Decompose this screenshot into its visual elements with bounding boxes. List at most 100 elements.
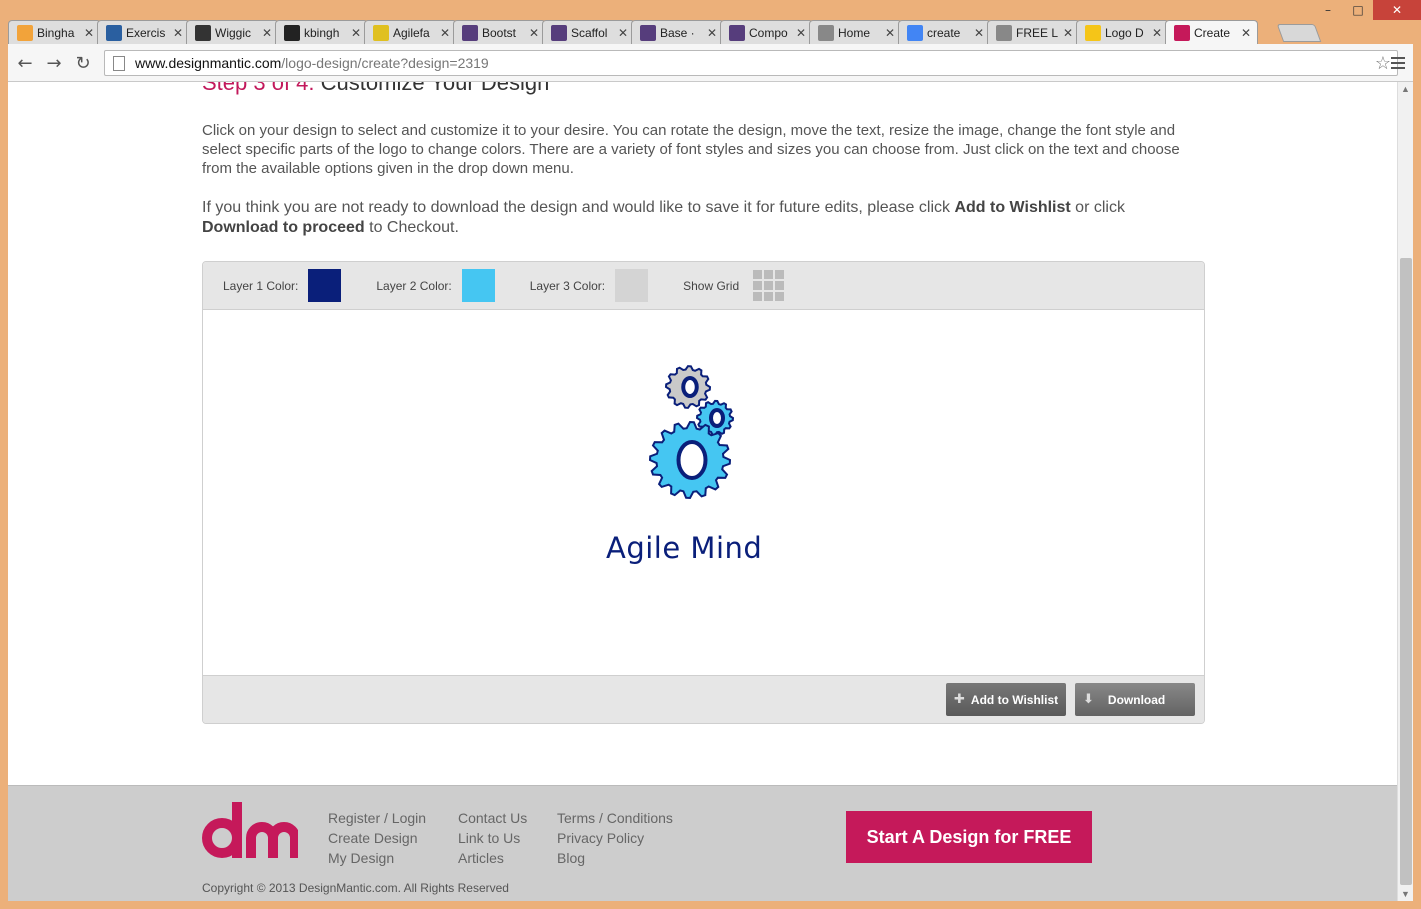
scroll-up-icon[interactable]: ▲: [1401, 84, 1410, 94]
tab-2[interactable]: Wiggic ✕: [186, 20, 279, 44]
tab-title: Scaffol: [571, 25, 608, 40]
tab-9[interactable]: Home ✕: [809, 20, 902, 44]
oz-icon: [106, 24, 122, 41]
logo-text[interactable]: Agile Mind: [606, 531, 762, 565]
url-path: /logo-design/create?design=2319: [281, 55, 489, 71]
tab-title: kbingh: [304, 25, 340, 40]
design-canvas[interactable]: Agile Mind: [203, 310, 1204, 675]
footer-link[interactable]: Create Design: [328, 828, 426, 848]
address-bar[interactable]: www.designmantic.com/logo-design/create?…: [104, 50, 1398, 76]
close-tab-icon[interactable]: ✕: [1063, 26, 1073, 40]
window-controls: – □ ✕: [1313, 0, 1421, 20]
forward-button[interactable]: →: [43, 52, 65, 74]
close-tab-icon[interactable]: ✕: [796, 26, 806, 40]
gears-logo-icon[interactable]: [643, 360, 763, 510]
layer2-color-swatch[interactable]: [461, 269, 495, 302]
bootstrap-icon: [729, 24, 745, 41]
grid-icon[interactable]: [753, 270, 785, 301]
tab-strip: Bingha ✕ Exercis ✕ Wiggic ✕ kbingh ✕ Agilefa ✕ Boo…: [8, 20, 1322, 44]
close-tab-icon[interactable]: ✕: [262, 26, 272, 40]
tab-title: Base ·: [660, 25, 695, 40]
scrollbar-thumb[interactable]: [1400, 258, 1412, 885]
page-icon: [996, 24, 1012, 41]
download-button[interactable]: ⬇ Download: [1075, 683, 1195, 716]
designmantic-logo[interactable]: [202, 802, 298, 860]
browser-window: – □ ✕ Bingha ✕ Exercis ✕ Wiggic ✕ kbingh ✕ Agile…: [0, 0, 1421, 909]
tab-5[interactable]: Bootst ✕: [453, 20, 546, 44]
instructions-paragraph: Click on your design to select and custo…: [202, 122, 1180, 177]
layer1-color-swatch[interactable]: [308, 269, 342, 302]
show-grid-control[interactable]: Show Grid: [683, 270, 785, 301]
close-tab-icon[interactable]: ✕: [440, 26, 450, 40]
maximize-button[interactable]: □: [1343, 0, 1373, 20]
agilefant-icon: [373, 24, 389, 41]
tab-11[interactable]: FREE L ✕: [987, 20, 1080, 44]
bootstrap-icon: [462, 24, 478, 41]
tab-7[interactable]: Base · ✕: [631, 20, 724, 44]
wishlist-paragraph: If you think you are not ready to downlo…: [202, 199, 1125, 236]
back-button[interactable]: ←: [14, 52, 36, 74]
close-tab-icon[interactable]: ✕: [885, 26, 895, 40]
new-tab-button[interactable]: [1276, 24, 1322, 42]
tab-6[interactable]: Scaffol ✕: [542, 20, 635, 44]
footer-link[interactable]: My Design: [328, 848, 426, 868]
plus-icon: ✚: [954, 692, 965, 707]
close-tab-icon[interactable]: ✕: [351, 26, 361, 40]
footer-link[interactable]: Link to Us: [458, 828, 527, 848]
footer-links-col3: Terms / Conditions Privacy Policy Blog: [557, 808, 673, 868]
bootstrap-icon: [640, 24, 656, 41]
footer-link[interactable]: Blog: [557, 848, 673, 868]
layer2-control: Layer 2 Color:: [376, 269, 495, 302]
show-grid-label: Show Grid: [683, 278, 740, 293]
tab-title: Compo: [749, 25, 788, 40]
editor-actions: ✚ Add to Wishlist ⬇ Download: [203, 675, 1204, 723]
close-tab-icon[interactable]: ✕: [974, 26, 984, 40]
tab-title: Bootst: [482, 25, 517, 40]
editor-toolbar: Layer 1 Color: Layer 2 Color: Layer 3 Co…: [203, 262, 1204, 310]
menu-icon[interactable]: [1387, 52, 1409, 74]
tab-1[interactable]: Exercis ✕: [97, 20, 190, 44]
tab-title: Bingha: [37, 25, 75, 40]
page-viewport: Step 3 of 4: Customize Your Design Click…: [8, 82, 1397, 901]
reload-button[interactable]: ↻: [72, 52, 94, 74]
close-tab-icon[interactable]: ✕: [529, 26, 539, 40]
footer-link[interactable]: Terms / Conditions: [557, 808, 673, 828]
tab-title: Create: [1194, 25, 1231, 40]
add-to-wishlist-button[interactable]: ✚ Add to Wishlist: [946, 683, 1066, 716]
smiley-icon: [1085, 24, 1101, 41]
close-window-button[interactable]: ✕: [1373, 0, 1421, 20]
start-design-button[interactable]: Start A Design for FREE: [846, 811, 1092, 863]
close-tab-icon[interactable]: ✕: [173, 26, 183, 40]
orange-envelope-icon: [17, 24, 33, 41]
tab-4[interactable]: Agilefa ✕: [364, 20, 457, 44]
dots-icon: [195, 24, 211, 41]
bootstrap-icon: [551, 24, 567, 41]
footer-links-col1: Register / Login Create Design My Design: [328, 808, 426, 868]
minimize-button[interactable]: –: [1313, 0, 1343, 20]
layer3-color-swatch[interactable]: [615, 269, 649, 302]
layer3-label: Layer 3 Color:: [529, 278, 606, 293]
tab-0[interactable]: Bingha ✕: [8, 20, 101, 44]
footer-link[interactable]: Articles: [458, 848, 527, 868]
footer-link[interactable]: Contact Us: [458, 808, 527, 828]
close-tab-icon[interactable]: ✕: [707, 26, 717, 40]
page-icon: [113, 55, 125, 71]
vertical-scrollbar[interactable]: ▲ ▼: [1397, 82, 1413, 901]
scroll-down-icon[interactable]: ▼: [1401, 889, 1410, 899]
tab-3[interactable]: kbingh ✕: [275, 20, 368, 44]
close-tab-icon[interactable]: ✕: [84, 26, 94, 40]
tab-12[interactable]: Logo D ✕: [1076, 20, 1169, 44]
close-tab-icon[interactable]: ✕: [618, 26, 628, 40]
tab-title: Exercis: [126, 25, 166, 40]
tab-13[interactable]: Create ✕: [1165, 20, 1258, 44]
page-title: Step 3 of 4: Customize Your Design: [202, 82, 550, 95]
page-icon: [818, 24, 834, 41]
close-tab-icon[interactable]: ✕: [1152, 26, 1162, 40]
github-icon: [284, 24, 300, 41]
tab-title: FREE L: [1016, 25, 1059, 40]
tab-8[interactable]: Compo ✕: [720, 20, 813, 44]
footer-link[interactable]: Privacy Policy: [557, 828, 673, 848]
close-tab-icon[interactable]: ✕: [1241, 26, 1251, 40]
footer-link[interactable]: Register / Login: [328, 808, 426, 828]
tab-10[interactable]: create ✕: [898, 20, 991, 44]
